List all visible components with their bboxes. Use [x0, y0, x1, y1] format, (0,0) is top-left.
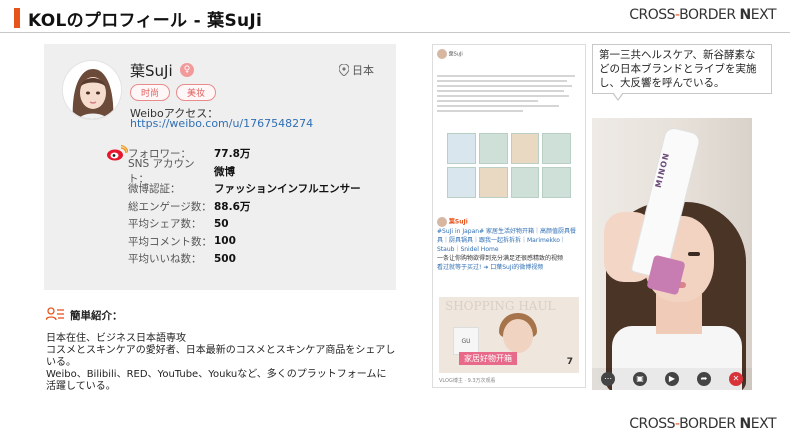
thumbnail-banner: 家居好物开箱: [459, 352, 517, 365]
stat-value: 100: [214, 235, 236, 248]
stat-label: 総エンゲージ数：: [128, 200, 212, 213]
stats-list: フォロワー： 77.8万 SNS アカウント： 微博 微博認証： ファッションイ…: [128, 145, 378, 268]
post-text-lines: [437, 75, 581, 115]
intro-text: 日本在住、ビジネス日本語専攻 コスメとスキンケアの愛好者、日本最新のコスメとスキ…: [46, 333, 396, 393]
stat-value: 88.6万: [214, 200, 251, 213]
thumbnail-face: [503, 319, 533, 353]
post-header: 葉SuJi: [437, 49, 581, 59]
profile-card: 葉SuJi ♀ 日本 时尚 美妆 Weiboアクセス： https://weib…: [44, 44, 396, 290]
logo-text-before: CROSS: [629, 7, 676, 23]
tag-list: 时尚 美妆: [130, 84, 217, 101]
video-controls: ⋯ ▣ ▶ ➦ ✕: [592, 368, 752, 390]
stat-label: 平均いいね数：: [128, 253, 202, 266]
save-icon[interactable]: ▣: [633, 372, 647, 386]
more-icon[interactable]: ⋯: [601, 372, 615, 386]
tag: 美妆: [176, 84, 217, 101]
weibo-post-screenshot: 葉SuJi 葉SuJi #SuJi in Japan# 家居生活好物开箱｜高颜值…: [432, 44, 586, 388]
brand-logo-footer: CROSS-BORDER NEXT: [629, 416, 776, 432]
avatar: [62, 60, 122, 120]
page-title: KOLのプロフィール - 葉SuJi: [28, 11, 263, 31]
post-image-grid: [447, 133, 571, 198]
brand-logo: CROSS-BORDER NEXT: [629, 7, 776, 23]
live-video-frame[interactable]: MINON ⋯ ▣ ▶ ➦ ✕: [592, 118, 752, 390]
stat-value: ファッションインフルエンサー: [214, 183, 361, 196]
logo-text-after: EXT: [750, 7, 777, 23]
tag: 时尚: [130, 84, 171, 101]
intro-line: コスメとスキンケアの愛好者、日本最新のコスメとスキンケア商品をシェアしいる。: [46, 345, 396, 368]
callout-box: 第一三共ヘルスケア、新谷酵素などの日本ブランドとライブを実施し、大反響を呼んでい…: [592, 44, 772, 94]
play-icon[interactable]: ▶: [665, 372, 679, 386]
people-list-icon: [46, 307, 64, 321]
post-avatar: [437, 49, 447, 59]
location-text: 日本: [352, 64, 374, 77]
video-person-eye: [688, 252, 700, 256]
logo-text-mid: BORDER: [679, 7, 740, 23]
title-accent-bar: [14, 8, 20, 28]
location-pin-icon: [339, 64, 349, 76]
stat-value: 微博: [214, 165, 235, 178]
stat-row: 平均コメント数： 100: [128, 233, 378, 251]
logo-n: N: [739, 7, 752, 23]
stat-row: 平均いいね数： 500: [128, 250, 378, 268]
stat-row: SNS アカウント： 微博: [128, 158, 378, 185]
weibo-icon: [107, 145, 128, 161]
gender-female-icon: ♀: [180, 63, 194, 77]
intro-line: 日本在住、ビジネス日本語専攻: [46, 333, 186, 344]
stat-value: 500: [214, 252, 236, 265]
intro-line: Weibo、Bilibili、RED、YouTube、Youkuなど、多くのプラ…: [46, 369, 387, 392]
logo-text-mid: BORDER: [679, 416, 740, 432]
post-hashtag[interactable]: #SuJi in Japan# 家居生活好物开箱｜高颜值厨具餐具｜厨具锅具｜跟我…: [437, 227, 581, 254]
stat-row: 総エンゲージ数： 88.6万: [128, 198, 378, 216]
intro-title: 簡単紹介：: [70, 310, 123, 322]
weibo-link[interactable]: https://weibo.com/u/1767548274: [130, 117, 313, 130]
thumbnail-number: 7: [566, 357, 573, 367]
stat-row: 微博認証： ファッションインフルエンサー: [128, 180, 378, 198]
stat-label: 平均コメント数：: [128, 235, 212, 248]
callout-tail-inner: [613, 92, 623, 99]
post-avatar: [437, 217, 447, 227]
logo-text-after: EXT: [750, 416, 777, 432]
post-user: 葉SuJi: [448, 51, 463, 58]
thumbnail-bag: GU: [453, 327, 479, 355]
stat-value: 50: [214, 217, 229, 230]
stat-row: 平均シェア数： 50: [128, 215, 378, 233]
close-icon[interactable]: ✕: [729, 372, 743, 386]
post-username: 葉SuJi: [448, 218, 468, 226]
share-icon[interactable]: ➦: [697, 372, 711, 386]
post-body: 一条让你购物欲得到充分满足还很感精致的视频: [437, 255, 564, 262]
post-second: 葉SuJi #SuJi in Japan# 家居生活好物开箱｜高颜值厨具餐具｜厨…: [437, 217, 581, 272]
post-video-thumbnail[interactable]: SHOPPING HAUL GU 家居好物开箱 7: [439, 297, 579, 373]
post-footer: VLOG博主 · 9.3万次观看: [439, 378, 496, 384]
header-divider: [0, 32, 790, 33]
stat-label: 微博認証：: [128, 183, 181, 196]
post-link[interactable]: 看过就等于买过! ➔ 口葉SuJi的微博视频: [437, 263, 581, 272]
stat-value: 77.8万: [214, 148, 251, 161]
logo-text-before: CROSS: [629, 416, 676, 432]
kol-name: 葉SuJi: [130, 62, 173, 80]
location: 日本: [339, 62, 374, 78]
thumbnail-title: SHOPPING HAUL: [445, 299, 556, 313]
stat-label: 平均シェア数：: [128, 218, 202, 231]
logo-n: N: [739, 416, 752, 432]
